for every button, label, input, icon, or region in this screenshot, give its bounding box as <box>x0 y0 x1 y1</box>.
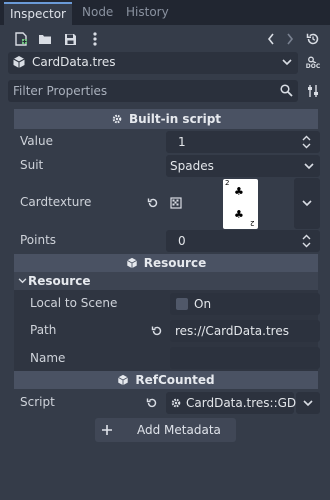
section-refcounted[interactable]: RefCounted <box>14 371 318 389</box>
points-spinbox[interactable]: 0 <box>166 230 320 252</box>
chevron-down-icon <box>18 278 27 284</box>
prop-label-value: Value <box>20 134 53 148</box>
prop-label-name: Name <box>30 351 66 365</box>
section-resource[interactable]: Resource <box>14 254 318 272</box>
section-refcounted-title: RefCounted <box>135 373 215 387</box>
points-text: 0 <box>178 234 186 248</box>
local-to-scene-value: On <box>194 297 212 311</box>
history-icon[interactable] <box>304 30 322 48</box>
texture-type-icon <box>168 195 184 211</box>
resource-name: CardData.tres <box>32 55 116 69</box>
resource-selector[interactable]: CardData.tres <box>8 52 298 74</box>
gear-icon <box>170 397 182 409</box>
filter-properties-input[interactable]: Filter Properties <box>8 80 298 102</box>
spin-arrows-icon[interactable] <box>302 135 311 149</box>
gear-icon <box>111 113 123 125</box>
card-image: 2 ♣ ♣ 2 <box>223 179 258 229</box>
path-input[interactable]: res://CardData.tres <box>170 320 320 342</box>
path-value: res://CardData.tres <box>175 324 289 338</box>
tab-history[interactable]: History <box>120 2 175 25</box>
value-text: 1 <box>178 135 186 149</box>
checkbox-box <box>176 298 188 310</box>
card-pip-bottom: ♣ <box>234 208 244 221</box>
local-to-scene-checkbox[interactable]: On <box>170 293 320 315</box>
section-resource-title: Resource <box>143 256 207 270</box>
prop-label-script: Script <box>20 395 55 409</box>
filter-placeholder: Filter Properties <box>13 84 108 98</box>
spin-arrows-icon[interactable] <box>302 234 311 248</box>
new-resource-icon[interactable] <box>12 30 30 48</box>
chevron-down-icon <box>304 163 314 170</box>
plus-icon <box>101 424 113 436</box>
revert-icon[interactable] <box>145 195 161 211</box>
chevron-down-icon <box>303 400 313 407</box>
prop-label-path: Path <box>30 323 57 337</box>
suit-dropdown[interactable]: Spades <box>166 155 320 177</box>
tab-node[interactable]: Node <box>76 2 119 25</box>
section-builtin-title: Built-in script <box>128 112 222 126</box>
name-input[interactable] <box>170 347 320 369</box>
prop-label-points: Points <box>20 233 57 247</box>
filter-settings-icon[interactable] <box>304 82 322 100</box>
value-spinbox[interactable]: 1 <box>166 131 320 153</box>
folder-open-icon[interactable] <box>36 30 54 48</box>
script-resource-picker[interactable]: CardData.tres::GDSc <box>166 392 310 414</box>
save-icon[interactable] <box>61 30 79 48</box>
resource-cube-icon <box>126 257 138 269</box>
card-bottom-rank: 2 <box>250 219 255 227</box>
revert-icon[interactable] <box>150 324 164 338</box>
chevron-down-icon <box>302 200 312 207</box>
section-builtin-script[interactable]: Built-in script <box>14 109 318 129</box>
chevron-left-icon[interactable] <box>262 30 280 48</box>
texture-preview[interactable]: 2 ♣ ♣ 2 <box>190 178 292 229</box>
add-metadata-label: Add Metadata <box>137 423 221 437</box>
refcounted-cube-icon <box>117 374 129 386</box>
prop-label-local-to-scene: Local to Scene <box>30 296 118 310</box>
doc-label: DOC <box>305 63 321 70</box>
resource-group-title: Resource <box>28 274 91 288</box>
texture-menu-button[interactable] <box>294 178 320 229</box>
add-metadata-button[interactable]: Add Metadata <box>95 418 236 442</box>
suit-value: Spades <box>170 159 214 173</box>
vertical-dots-icon[interactable] <box>86 30 104 48</box>
script-menu-button[interactable] <box>296 392 320 414</box>
resource-cube-icon <box>12 55 26 69</box>
chevron-down-icon <box>282 59 292 66</box>
prop-label-cardtexture: Cardtexture <box>20 195 92 209</box>
revert-icon[interactable] <box>145 396 159 410</box>
doc-help-button[interactable]: DOC <box>302 52 324 74</box>
card-pip-top: ♣ <box>234 185 244 198</box>
chevron-right-icon[interactable] <box>281 30 299 48</box>
prop-label-suit: Suit <box>20 158 44 172</box>
tab-bar: Inspector Node History <box>0 0 330 25</box>
tab-inspector[interactable]: Inspector <box>4 2 72 25</box>
search-icon <box>280 84 293 97</box>
script-value: CardData.tres::GDSc <box>186 396 311 410</box>
resource-group-header[interactable]: Resource <box>14 272 318 290</box>
card-top-rank: 2 <box>225 179 230 187</box>
